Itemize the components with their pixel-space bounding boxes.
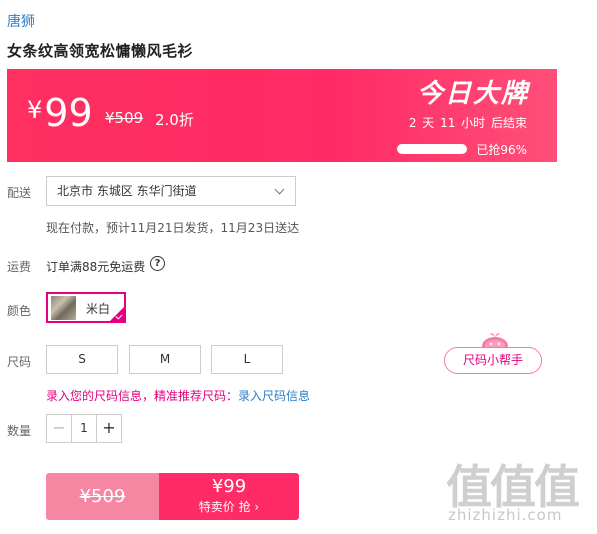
buy-now-label: 特卖价 抢 › xyxy=(198,500,260,514)
color-thumbnail xyxy=(51,296,76,320)
chevron-down-icon xyxy=(274,184,285,195)
address-value: 北京市 东城区 东华门街道 xyxy=(57,184,197,198)
promo-original-price: ¥509 xyxy=(105,109,144,127)
promo-title: 今日大牌 xyxy=(416,79,529,109)
promo-price: ¥99 xyxy=(27,91,93,135)
address-select[interactable]: 北京市 东城区 东华门街道 xyxy=(46,176,296,206)
buy-bar: ¥509 ¥99 特卖价 抢 › xyxy=(46,473,299,520)
freight-label: 运费 xyxy=(7,260,32,274)
size-tip-text: 录入您的尺码信息，精准推荐尺码： xyxy=(46,389,239,403)
shipping-schedule: 现在付款，预计11月21日发货，11月23日送达 xyxy=(46,221,300,235)
color-option-label: 米白 xyxy=(86,302,111,316)
delivery-label: 配送 xyxy=(7,186,32,200)
brand-link[interactable]: 唐狮 xyxy=(7,11,35,31)
color-label: 颜色 xyxy=(7,304,32,318)
buy-now-price: ¥99 xyxy=(211,476,247,497)
size-tip-link[interactable]: 录入尺码信息 xyxy=(238,389,310,403)
quantity-minus-button[interactable]: − xyxy=(47,415,72,442)
freight-text: 订单满88元免运费 xyxy=(46,260,146,274)
size-helper-button[interactable]: 尺码小帮手 xyxy=(444,347,542,374)
quantity-stepper: − 1 + xyxy=(46,414,122,443)
sold-progress-bar xyxy=(397,144,467,154)
buy-now-button[interactable]: ¥99 特卖价 抢 › xyxy=(159,473,299,520)
promo-discount: 2.0折 xyxy=(155,111,194,129)
promo-countdown: 2 天 11 小时 后结束 xyxy=(408,116,527,130)
product-title: 女条纹高领宽松慵懒风毛衫 xyxy=(7,42,194,60)
buy-original-price-button[interactable]: ¥509 xyxy=(46,473,159,520)
quantity-plus-button[interactable]: + xyxy=(96,415,121,442)
quantity-input[interactable]: 1 xyxy=(71,415,97,442)
sold-percent-text: 已抢96% xyxy=(476,143,527,157)
size-option-s[interactable]: S xyxy=(46,345,118,374)
watermark-text: zhizhizhi.com xyxy=(448,506,563,524)
size-tip: 录入您的尺码信息，精准推荐尺码：录入尺码信息 xyxy=(46,387,310,404)
size-option-m[interactable]: M xyxy=(129,345,201,374)
promo-price-value: 99 xyxy=(44,91,93,135)
promo-banner: ¥99 ¥509 2.0折 今日大牌 2 天 11 小时 后结束 已抢96% xyxy=(7,69,557,162)
sold-progress-fill xyxy=(398,145,464,153)
help-icon[interactable]: ? xyxy=(150,256,165,271)
quantity-label: 数量 xyxy=(7,424,32,438)
color-option-selected[interactable]: 米白 xyxy=(46,292,126,323)
currency-symbol: ¥ xyxy=(27,96,43,124)
size-label: 尺码 xyxy=(7,355,32,369)
size-option-l[interactable]: L xyxy=(211,345,283,374)
